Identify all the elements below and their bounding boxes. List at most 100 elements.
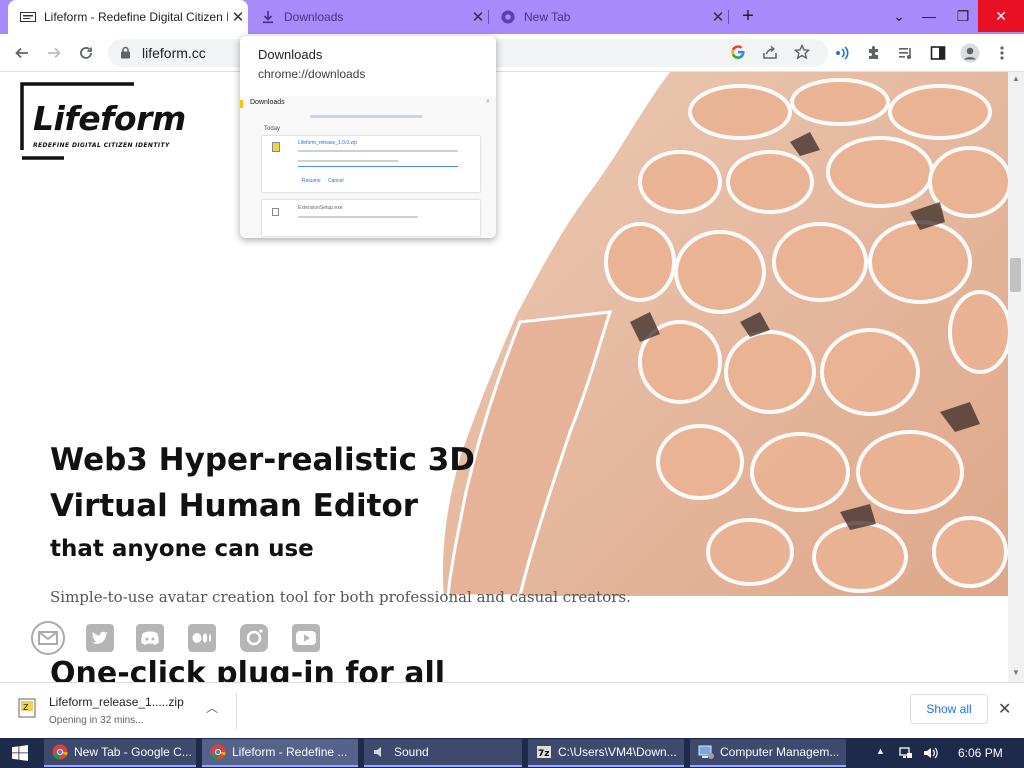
thumbnail-download-card: ExtensionSetup.exe [262, 200, 480, 236]
show-all-button[interactable]: Show all [910, 694, 988, 724]
hero-headline-line1: Web3 Hyper-realistic 3D [50, 442, 476, 478]
browser-toolbar: lifeform.cc [0, 34, 1024, 72]
thumbnail-line [298, 216, 418, 218]
chevron-up-icon[interactable]: ︿ [206, 699, 218, 716]
logo-text: Lifeform [33, 99, 186, 138]
taskbar-item-label: Sound [394, 745, 429, 759]
file-icon [272, 208, 279, 216]
share-icon[interactable] [762, 44, 778, 65]
zip-file-icon: Z [18, 698, 36, 723]
chrome-icon [52, 744, 68, 760]
close-shelf-icon[interactable]: ✕ [998, 699, 1011, 719]
hover-card-url: chrome://downloads [258, 67, 366, 81]
thumbnail-section: Today [264, 126, 281, 132]
computer-management-icon [698, 745, 714, 759]
taskbar-item-computer-management[interactable]: Computer Managem... [690, 739, 846, 767]
windows-start-icon[interactable] [12, 745, 28, 766]
reload-icon[interactable] [74, 41, 98, 65]
download-icon [260, 9, 276, 25]
youtube-icon[interactable] [288, 620, 324, 656]
side-panel-icon[interactable] [926, 41, 950, 65]
tab-close-icon[interactable]: ✕ [228, 8, 248, 26]
windows-taskbar: New Tab - Google C... Lifeform - Redefin… [0, 738, 1024, 768]
tab-title: New Tab [524, 10, 571, 24]
tab-new-tab[interactable]: New Tab ✕ [488, 0, 728, 34]
download-file-name: Lifeform_release_1.....zip [49, 695, 184, 709]
taskbar-item-label: Computer Managem... [720, 745, 840, 759]
volume-icon[interactable] [922, 745, 938, 766]
tab-title: Lifeform - Redefine Digital Citizen Iden… [44, 10, 228, 24]
svg-text:7z: 7z [538, 749, 550, 759]
tab-separator [728, 10, 729, 24]
discord-icon[interactable] [132, 620, 168, 656]
network-icon[interactable] [898, 745, 914, 766]
bookmark-star-icon[interactable] [793, 43, 811, 65]
forward-arrow-icon[interactable] [42, 41, 66, 65]
hero-headline-line2: Virtual Human Editor [50, 488, 419, 524]
google-icon[interactable] [730, 44, 746, 65]
hero-headline-line3: that anyone can use [50, 536, 314, 562]
tray-chevron-up-icon[interactable]: ▲ [876, 746, 885, 756]
download-shelf: Z Lifeform_release_1.....zip Opening in … [0, 682, 1024, 738]
lock-icon[interactable] [120, 46, 131, 64]
tab-close-icon[interactable]: ✕ [468, 8, 488, 26]
taskbar-item-lifeform-chrome[interactable]: Lifeform - Redefine ... [202, 739, 358, 767]
thumbnail-cancel-link: Cancel [328, 178, 344, 184]
page-scrollbar[interactable]: ▲ ▼ [1008, 72, 1024, 682]
thumbnail-line [298, 150, 458, 152]
thumbnail-accent [240, 100, 243, 108]
thumbnail-progress [298, 166, 458, 167]
taskbar-clock[interactable]: 6:06 PM [958, 746, 1003, 760]
chrome-icon [500, 9, 516, 25]
thumbnail-header: Downloads [250, 99, 285, 106]
tab-close-icon[interactable]: ✕ [708, 8, 728, 26]
downloads-page-thumbnail: Downloads ⌕ Today Lifeform_release_1.0.0… [240, 96, 496, 238]
tab-hover-card: Downloads chrome://downloads Downloads ⌕… [240, 36, 496, 238]
web-page: Lifeform REDEFINE DIGITAL CITIZEN IDENTI… [0, 72, 1008, 682]
minimize-icon[interactable]: — [910, 0, 948, 32]
taskbar-item-7zip[interactable]: 7z C:\Users\VM4\Down... [528, 739, 684, 767]
back-arrow-icon[interactable] [10, 41, 34, 65]
tab-lifeform[interactable]: Lifeform - Redefine Digital Citizen Iden… [8, 0, 248, 34]
chrome-menu-kebab-icon[interactable] [990, 41, 1014, 65]
new-tab-button[interactable]: + [736, 6, 760, 28]
taskbar-item-label: Lifeform - Redefine ... [232, 745, 348, 759]
taskbar-item-label: New Tab - Google C... [74, 745, 192, 759]
download-status: Opening in 32 mins... [49, 715, 144, 726]
restore-icon[interactable]: ❐ [944, 0, 982, 32]
extension-wireless-icon[interactable] [830, 41, 854, 65]
medium-icon[interactable] [184, 620, 220, 656]
chrome-icon [210, 744, 226, 760]
speaker-icon [374, 747, 381, 757]
media-control-icon[interactable] [894, 41, 918, 65]
thumbnail-file-name: Lifeform_release_1.0.0.zip [298, 140, 357, 146]
section-heading: One-click plug-in for all [50, 656, 446, 682]
lifeform-logo[interactable]: Lifeform REDEFINE DIGITAL CITIZEN IDENTI… [20, 82, 186, 160]
7zip-icon: 7z [537, 746, 551, 759]
extensions-puzzle-icon[interactable] [862, 41, 886, 65]
scroll-down-arrow-icon[interactable]: ▼ [1012, 668, 1020, 677]
taskbar-item-new-tab-chrome[interactable]: New Tab - Google C... [44, 739, 196, 767]
thumbnail-resume-link: Resume [302, 178, 321, 184]
download-item[interactable]: Z Lifeform_release_1.....zip Opening in … [0, 683, 236, 739]
instagram-icon[interactable] [236, 620, 272, 656]
thumbnail-line [298, 160, 398, 162]
profile-avatar-icon[interactable] [958, 41, 982, 65]
thumbnail-notice-bar [310, 115, 422, 118]
scroll-up-arrow-icon[interactable]: ▲ [1012, 74, 1020, 83]
thumbnail-download-card: Lifeform_release_1.0.0.zip Resume Cancel [262, 136, 480, 192]
tab-title: Downloads [284, 10, 344, 24]
close-window-icon[interactable]: ✕ [978, 0, 1024, 32]
tab-downloads[interactable]: Downloads ✕ [248, 0, 488, 34]
thumbnail-search-icon: ⌕ [486, 98, 490, 105]
scrollbar-thumb[interactable] [1010, 258, 1021, 292]
email-icon[interactable] [30, 620, 66, 656]
zip-file-icon [272, 142, 280, 152]
taskbar-item-sound[interactable]: Sound [364, 739, 522, 767]
shelf-divider [236, 693, 237, 729]
twitter-icon[interactable] [82, 620, 118, 656]
hero-avatar-image [443, 72, 1008, 596]
hero-subtitle: Simple-to-use avatar creation tool for b… [50, 588, 631, 606]
svg-text:Z: Z [23, 703, 29, 712]
tab-strip: Lifeform - Redefine Digital Citizen Iden… [0, 0, 1024, 34]
